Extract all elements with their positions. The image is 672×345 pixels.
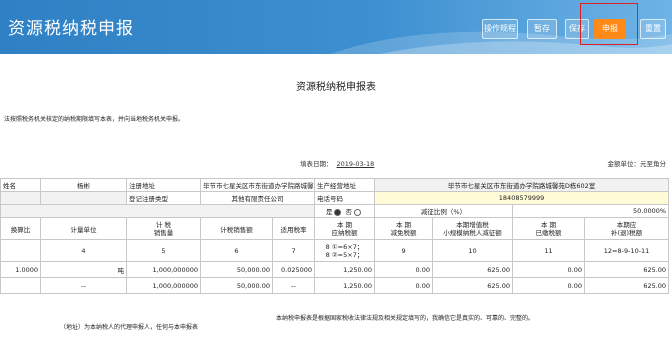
- amount-unit: 金额单位：元至角分: [607, 160, 667, 168]
- index-cell: 10: [432, 239, 514, 262]
- index-cell: 12=8-9-10-11: [584, 239, 670, 262]
- col-header: 本 期 减免税额: [374, 217, 434, 240]
- empty-cell: [40, 191, 127, 205]
- reduction-radio-group[interactable]: 是 否: [314, 204, 376, 218]
- empty-cell: [0, 204, 316, 218]
- table-cell: 50,000.00: [200, 277, 273, 294]
- info-row-3: 是 否 减征比例（%） 50.0000%: [0, 204, 670, 218]
- reduction-label: 减征比例（%）: [374, 204, 514, 218]
- table-cell: 0.00: [374, 277, 434, 294]
- col-header: 适用税率: [271, 217, 316, 240]
- col-header: 本 期 已缴税额: [512, 217, 586, 240]
- col-header: 计量单位: [40, 217, 127, 240]
- reduction-value: 50.0000%: [512, 204, 670, 218]
- fill-date: 填表日期： 2019-03-18: [300, 158, 374, 168]
- table-row: 1.0000 吨 1,000,000000 50,000.00 0.025000…: [0, 261, 670, 278]
- reg-type-label: 登记注册类型: [126, 191, 201, 205]
- col-header: 换算比: [0, 217, 41, 240]
- phone-label: 电话号码: [314, 191, 376, 205]
- radio-yes[interactable]: [334, 208, 342, 216]
- col-header: 计税销售额: [200, 217, 273, 240]
- agent-text: （地址）为本纳税人的代理申报人，任何与本申报表: [60, 324, 199, 331]
- table-cell: 1,250.00: [314, 277, 376, 294]
- reg-type-value: 其他有限责任公司: [199, 191, 316, 205]
- index-cell: 8 ①=6×7； 8 ②=5×7；: [314, 239, 376, 262]
- form-note: 法按照税务机关核定的纳税期限填写本表，并向当地税务机关申报。: [4, 116, 185, 123]
- table-cell: 1,000,000000: [126, 261, 201, 278]
- table-row: -- 1,000,000000 50,000.00 -- 1,250.00 0.…: [0, 277, 670, 294]
- index-row: 4 5 6 7 8 ①=6×7； 8 ②=5×7； 9 10 11 12=8-9…: [0, 239, 670, 262]
- table-cell: 625.00: [432, 261, 514, 278]
- index-cell: [0, 239, 41, 262]
- reset-button[interactable]: 重置: [640, 19, 666, 39]
- table-cell: 50,000.00: [200, 261, 273, 278]
- table-cell: --: [271, 277, 316, 294]
- index-cell: 5: [126, 239, 201, 262]
- table-cell: 0.00: [512, 277, 586, 294]
- info-row-1: 姓名 杨彬 注册地址 毕节市七星关区市东街道办学院路城馨苑D栋602室 生产经营…: [0, 178, 670, 192]
- paid-tax-input[interactable]: 0.00: [512, 261, 586, 278]
- reg-address-value: 毕节市七星关区市东街道办学院路城馨苑D栋602室: [199, 178, 316, 192]
- tax-form-table: 姓名 杨彬 注册地址 毕节市七星关区市东街道办学院路城馨苑D栋602室 生产经营…: [0, 178, 670, 294]
- table-cell: 625.00: [584, 277, 670, 294]
- name-value: 杨彬: [40, 178, 127, 192]
- index-cell: 6: [200, 239, 273, 262]
- radio-yes-label: 是: [325, 208, 333, 216]
- table-cell: 吨: [40, 261, 127, 278]
- col-header: 计 税 销售量: [126, 217, 201, 240]
- index-cell: 9: [374, 239, 434, 262]
- table-cell: 1.0000: [0, 261, 41, 278]
- index-cell: 11: [512, 239, 586, 262]
- empty-cell: [0, 191, 41, 205]
- col-header: 本期增值税 小规模纳税人减征额: [432, 217, 514, 240]
- form-title: 资源税纳税申报表: [296, 82, 376, 93]
- col-header: 本 期 应纳税额: [314, 217, 376, 240]
- table-cell: 625.00: [584, 261, 670, 278]
- biz-address-label: 生产经营地址: [314, 178, 376, 192]
- info-row-2: 登记注册类型 其他有限责任公司 电话号码 18408579999: [0, 191, 670, 205]
- index-cell: 4: [40, 239, 127, 262]
- highlight-box: [580, 3, 638, 45]
- name-label: 姓名: [0, 178, 41, 192]
- table-cell: [0, 277, 41, 294]
- app-header: 资源税纳税申报 操作规程 暂存 保存 申报 重置: [0, 0, 672, 54]
- fill-date-value: 2019-03-18: [336, 160, 375, 168]
- index-cell: 7: [271, 239, 316, 262]
- table-cell: --: [40, 277, 127, 294]
- col-header: 本期应 补(退)税额: [584, 217, 670, 240]
- phone-value[interactable]: 18408579999: [374, 191, 670, 205]
- radio-no[interactable]: [354, 208, 362, 216]
- header-row: 换算比 计量单位 计 税 销售量 计税销售额 适用税率 本 期 应纳税额 本 期…: [0, 217, 670, 240]
- table-cell: 625.00: [432, 277, 514, 294]
- table-cell: 0.025000: [271, 261, 316, 278]
- declaration-text: 本纳税申报表是根据国家税收法律法规及相关规定填写的，我确信它是真实的、可靠的、完…: [276, 315, 535, 322]
- radio-no-label: 否: [345, 208, 353, 216]
- table-cell: 1,250.00: [314, 261, 376, 278]
- fill-date-label: 填表日期：: [300, 160, 333, 168]
- reg-address-label: 注册地址: [126, 178, 201, 192]
- table-cell: 0.00: [374, 261, 434, 278]
- procedure-button[interactable]: 操作规程: [482, 19, 518, 39]
- table-cell: 1,000,000000: [126, 277, 201, 294]
- biz-address-value: 毕节市七星关区市东街道办学院路城馨苑D栋602室: [374, 178, 670, 192]
- app-title: 资源税纳税申报: [8, 19, 134, 39]
- draft-save-button[interactable]: 暂存: [527, 19, 557, 39]
